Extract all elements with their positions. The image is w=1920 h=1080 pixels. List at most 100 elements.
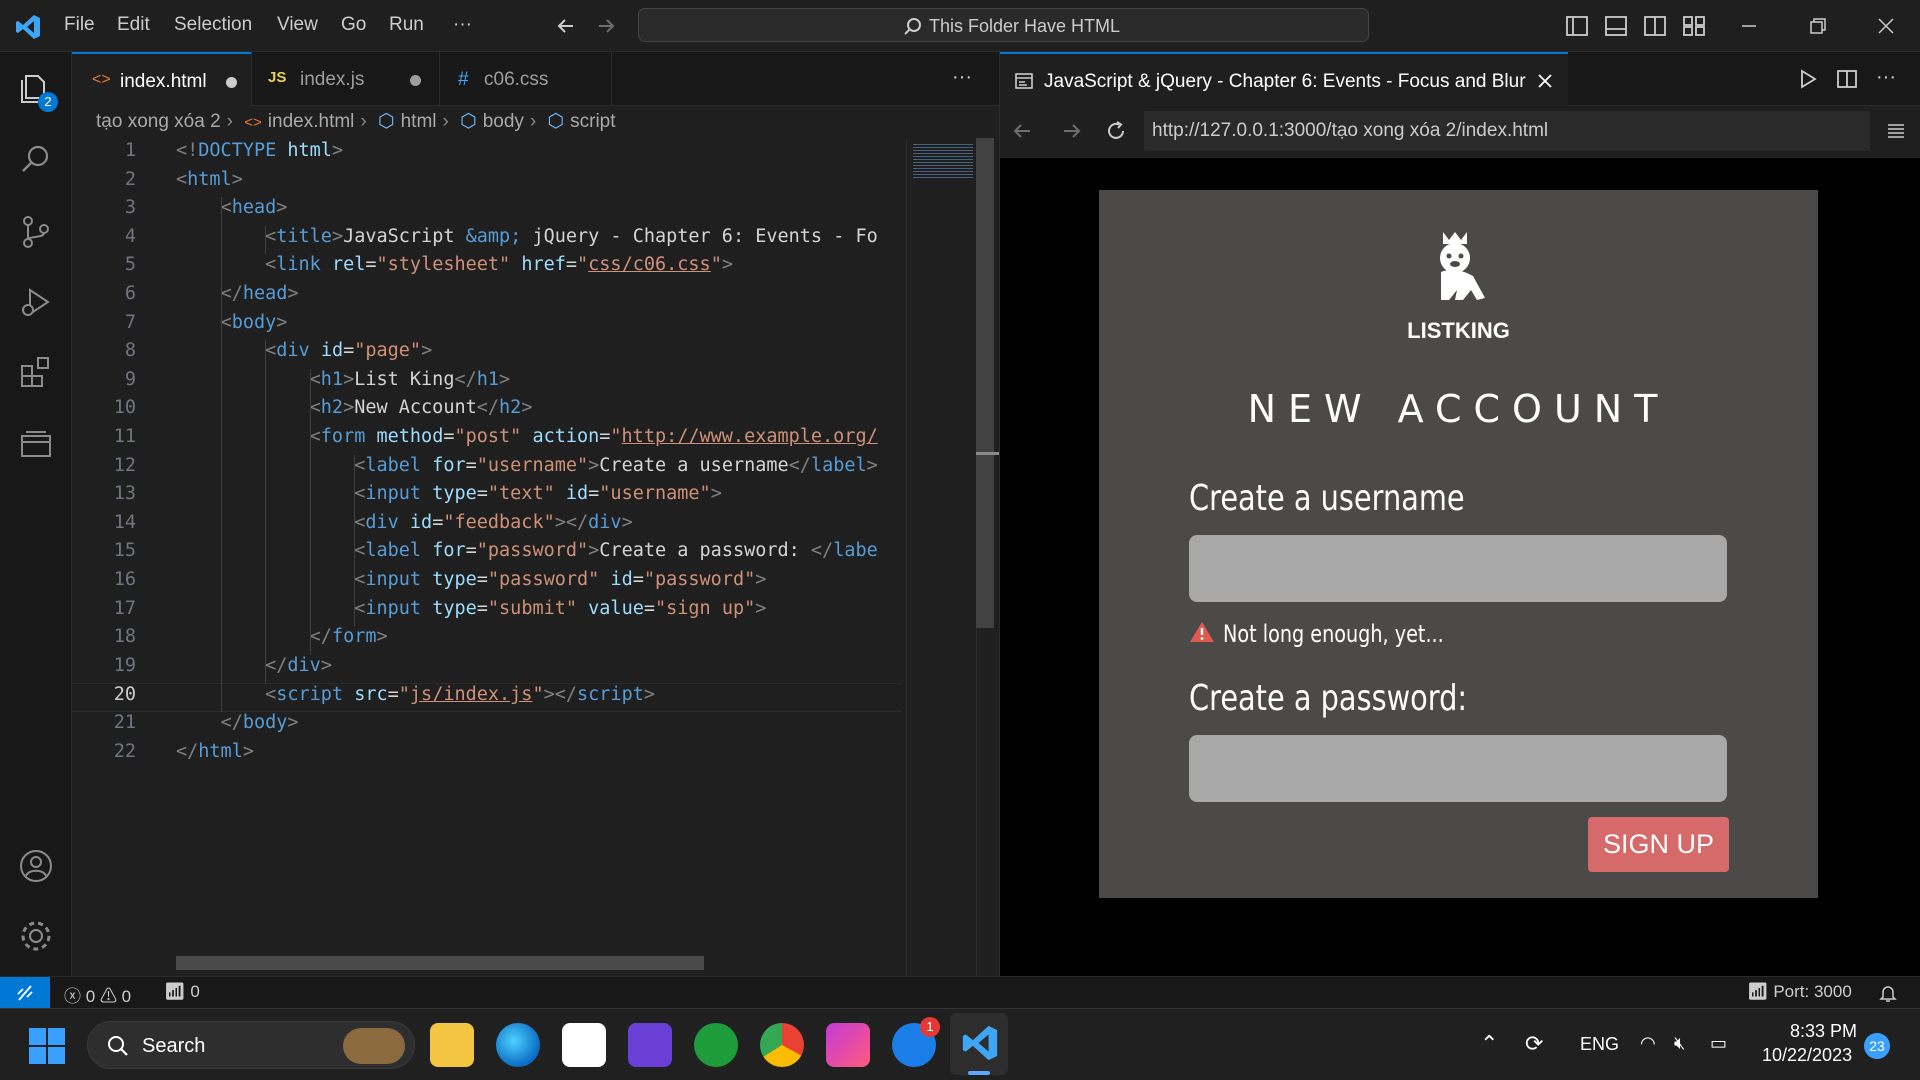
editor-more-actions[interactable]: ··· [952, 66, 972, 89]
run-debug-icon[interactable] [16, 282, 56, 322]
vscode-taskbar-icon[interactable] [960, 1023, 1000, 1063]
command-center-search[interactable]: This Folder Have HTML [638, 8, 1369, 42]
tab-preview[interactable]: JavaScript & jQuery - Chapter 6: Events … [1000, 52, 1568, 106]
preview-more-actions[interactable]: ··· [1876, 66, 1896, 89]
reload-icon[interactable] [1104, 119, 1128, 143]
toggle-secondary-sidebar-icon[interactable] [1642, 13, 1668, 39]
unsaved-dot-icon[interactable] [410, 75, 421, 86]
toggle-panel-icon[interactable] [1603, 13, 1629, 39]
close-tab-icon[interactable] [1536, 72, 1554, 90]
code-line[interactable]: 1 <!DOCTYPE html> [72, 140, 902, 169]
code-line[interactable]: 8 <div id="page"> [72, 340, 902, 369]
code-line[interactable]: 6 </head> [72, 283, 902, 312]
source-control-icon[interactable] [16, 212, 56, 252]
breadcrumb-body[interactable]: body [483, 111, 524, 132]
code-editor[interactable]: 1 <!DOCTYPE html> 2 <html> 3 <head> 4 <title>… [72, 140, 902, 1010]
microsoft-store-icon[interactable] [562, 1023, 606, 1067]
notifications-bell-icon[interactable] [1878, 983, 1898, 1003]
tab-c06-css[interactable]: # c06.css [440, 52, 612, 106]
breadcrumb-file[interactable]: index.html [268, 111, 355, 132]
breadcrumb-html[interactable]: html [401, 111, 437, 132]
code-line[interactable]: 13 <input type="text" id="username"> [72, 483, 902, 512]
clock-date[interactable]: 10/22/2023 [1762, 1045, 1852, 1066]
live-server-port[interactable]: 📶︎ Port: 3000 [1747, 982, 1852, 1002]
line-number: 18 [113, 626, 136, 648]
url-bar[interactable]: http://127.0.0.1:3000/tạo xong xóa 2/ind… [1144, 111, 1870, 151]
problems-indicator[interactable]: ⓧ 0 ⚠ 0 [64, 982, 131, 1007]
code-line[interactable]: 9 <h1>List King</h1> [72, 369, 902, 398]
taskbar-search[interactable]: Search [87, 1021, 415, 1069]
sign-up-button[interactable]: SIGN UP [1588, 817, 1729, 872]
menu-more[interactable]: ··· [453, 14, 472, 36]
split-editor-icon[interactable] [1835, 67, 1859, 91]
battery-icon[interactable]: ▭ [1710, 1033, 1727, 1054]
chrome-icon[interactable] [760, 1023, 804, 1067]
wifi-icon[interactable]: ◠ [1640, 1033, 1656, 1054]
minimap[interactable] [906, 138, 976, 998]
horizontal-scrollbar-thumb[interactable] [176, 956, 704, 970]
menu-selection[interactable]: Selection [174, 14, 252, 36]
code-line[interactable]: 14 <div id="feedback"></div> [72, 512, 902, 541]
settings-gear-icon[interactable] [16, 916, 56, 956]
breadcrumb-folder[interactable]: tạo xong xóa 2 [96, 111, 221, 132]
menu-view[interactable]: View [277, 14, 318, 36]
code-line[interactable]: 16 <input type="password" id="password"> [72, 569, 902, 598]
code-line[interactable]: 7 <body> [72, 312, 902, 341]
language-indicator[interactable]: ENG [1580, 1034, 1619, 1055]
vertical-scrollbar-thumb[interactable] [976, 138, 994, 628]
username-input[interactable] [1189, 535, 1727, 602]
accounts-icon[interactable] [16, 846, 56, 886]
tab-index-js[interactable]: JS index.js [252, 52, 440, 106]
code-line[interactable]: 5 <link rel="stylesheet" href="css/c06.c… [72, 254, 902, 283]
xbox-icon[interactable] [694, 1023, 738, 1067]
minimize-icon[interactable] [1736, 13, 1762, 39]
code-line[interactable]: 17 <input type="submit" value="sign up"> [72, 598, 902, 627]
extensions-icon[interactable] [16, 352, 56, 392]
edge-browser-icon[interactable] [496, 1023, 540, 1067]
close-window-icon[interactable] [1873, 13, 1899, 39]
code-line[interactable]: 18 </form> [72, 626, 902, 655]
menu-run[interactable]: Run [389, 14, 424, 36]
ports-indicator[interactable]: 📶︎ 0 [164, 982, 200, 1002]
menu-edit[interactable]: Edit [117, 14, 150, 36]
unsaved-dot-icon[interactable] [226, 77, 237, 88]
menu-go[interactable]: Go [341, 14, 366, 36]
windows-start-icon[interactable] [28, 1027, 66, 1065]
feedback-message: Not long enough, yet... [1189, 620, 1499, 648]
code-line[interactable]: 22 </html> [72, 741, 902, 770]
menu-file[interactable]: File [64, 14, 95, 36]
file-explorer-icon[interactable] [430, 1023, 474, 1067]
password-input[interactable] [1189, 735, 1727, 802]
code-line[interactable]: 3 <head> [72, 197, 902, 226]
back-arrow-icon[interactable] [553, 13, 579, 39]
sync-icon[interactable]: ⟳ [1525, 1031, 1543, 1057]
search-icon[interactable] [16, 140, 56, 180]
menu-icon[interactable] [1885, 120, 1907, 142]
toggle-sidebar-icon[interactable] [1564, 13, 1590, 39]
customize-layout-icon[interactable] [1681, 13, 1707, 39]
show-hidden-icons-icon[interactable]: ⌃ [1480, 1031, 1498, 1057]
code-line[interactable]: 2 <html> [72, 169, 902, 198]
code-line[interactable]: 10 <h2>New Account</h2> [72, 397, 902, 426]
forward-arrow-icon[interactable] [593, 13, 619, 39]
notification-count-badge[interactable]: 23 [1864, 1033, 1890, 1059]
code-line[interactable]: 11 <form method="post" action="http://ww… [72, 426, 902, 455]
remote-explorer-icon[interactable] [16, 424, 56, 464]
wps-office-icon[interactable] [826, 1023, 870, 1067]
forward-icon[interactable] [1060, 119, 1084, 143]
app-icon[interactable] [628, 1023, 672, 1067]
code-line[interactable]: 12 <label for="username">Create a userna… [72, 455, 902, 484]
run-icon[interactable] [1796, 67, 1820, 91]
restore-icon[interactable] [1804, 13, 1830, 39]
back-icon[interactable] [1010, 119, 1034, 143]
remote-indicator[interactable] [0, 977, 50, 1008]
tab-index-html[interactable]: <> index.html [72, 52, 252, 106]
clock-time[interactable]: 8:33 PM [1790, 1021, 1857, 1042]
code-line[interactable]: 20 <script src="js/index.js"></script> [72, 683, 902, 712]
code-line[interactable]: 4 <title>JavaScript &amp; jQuery - Chapt… [72, 226, 902, 255]
code-line[interactable]: 19 </div> [72, 655, 902, 684]
volume-muted-icon[interactable]: 🔇︎ [1674, 1033, 1685, 1054]
code-line[interactable]: 21 </body> [72, 712, 902, 741]
code-line[interactable]: 15 <label for="password">Create a passwo… [72, 540, 902, 569]
breadcrumb-script[interactable]: script [570, 111, 615, 132]
